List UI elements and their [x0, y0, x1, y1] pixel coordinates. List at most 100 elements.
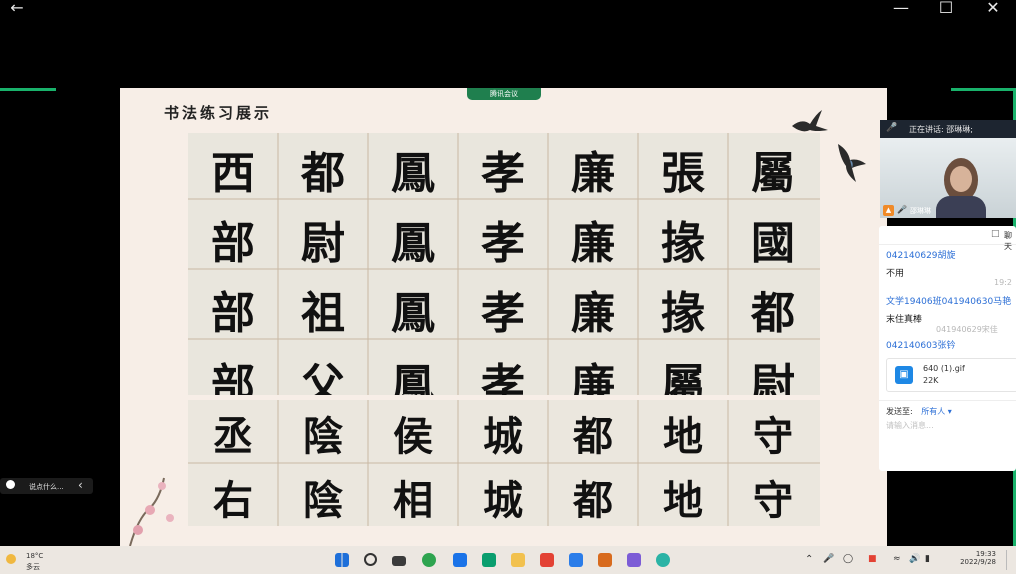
- send-to-row: 发送至: 所有人 ▾: [886, 406, 952, 417]
- calligraphy-char: 陰: [303, 477, 343, 524]
- document-app-icon[interactable]: [598, 553, 612, 567]
- calligraphy-char: 相: [393, 477, 433, 524]
- calligraphy-char: 張: [661, 148, 705, 199]
- chat-header: □ 聊天: [879, 226, 1016, 251]
- recipient-value: 所有人: [921, 407, 946, 416]
- calligraphy-char: 廉: [571, 148, 615, 199]
- app-tray-icon[interactable]: ■: [868, 554, 877, 564]
- clock-time: 19:33: [975, 550, 996, 558]
- calligraphy-char: 都: [751, 288, 795, 339]
- search-icon[interactable]: [364, 553, 377, 566]
- volume-icon[interactable]: 🔊: [909, 554, 920, 564]
- emoji-icon: [6, 480, 15, 489]
- chat-file-attachment[interactable]: ▣ 640 (1).gif 22K: [886, 358, 1016, 392]
- app-icon[interactable]: [482, 553, 496, 567]
- wifi-icon[interactable]: ≈: [893, 554, 901, 564]
- chat-message: 041940629宋佳: [886, 324, 1016, 338]
- calligraphy-char: 尉: [751, 360, 795, 395]
- browser-edge-icon[interactable]: [656, 553, 670, 567]
- minimize-icon: —: [893, 0, 909, 17]
- folder-icon[interactable]: [511, 553, 525, 567]
- image-file-icon: ▣: [895, 366, 913, 384]
- calligraphy-char: 都: [301, 148, 345, 199]
- calligraphy-char: 鳳: [391, 288, 435, 339]
- chat-sender[interactable]: 041940629宋佳: [886, 324, 1016, 335]
- close-button[interactable]: ✕: [985, 0, 1001, 16]
- calligraphy-char: 廉: [571, 218, 615, 269]
- calligraphy-char: 屬: [661, 360, 705, 395]
- chat-message: 文学19406班041940630马艳 末住真棒: [886, 294, 1016, 325]
- calligraphy-char: 屬: [751, 148, 795, 199]
- calligraphy-char: 部: [211, 360, 255, 395]
- maximize-button[interactable]: ☐: [938, 0, 954, 16]
- photos-icon[interactable]: [569, 553, 583, 567]
- chat-sender[interactable]: 042140629胡旋: [886, 248, 1016, 261]
- meeting-sharing-tag[interactable]: 腾讯会议: [467, 88, 541, 100]
- calligraphy-char: 孝: [481, 148, 525, 199]
- show-desktop-button[interactable]: [1006, 550, 1013, 570]
- windows-start-icon[interactable]: [335, 553, 349, 567]
- plum-blossom-decoration: [129, 477, 174, 546]
- close-icon: ✕: [986, 0, 1000, 17]
- calligraphy-char: 孝: [481, 360, 525, 395]
- paint-icon[interactable]: [627, 553, 641, 567]
- calligraphy-char: 守: [753, 477, 793, 524]
- speaker-label: 正在讲话: 邵琳琳;: [909, 125, 973, 134]
- calligraphy-char: 都: [573, 477, 613, 524]
- calligraphy-char: 陰: [303, 413, 343, 460]
- bird-icon: [838, 144, 866, 182]
- slide-title: 书法练习展示: [164, 104, 273, 122]
- calligraphy-char: 鳳: [391, 360, 435, 395]
- host-icon: ▲: [883, 205, 894, 216]
- calligraphy-char: 城: [483, 413, 523, 460]
- chat-input[interactable]: 请输入消息...: [886, 420, 1011, 460]
- calligraphy-char: 地: [663, 413, 703, 460]
- chevron-up-icon[interactable]: ⌃: [805, 554, 813, 565]
- calligraphy-char: 右: [213, 477, 253, 524]
- chat-sender[interactable]: 文学19406班041940630马艳: [886, 294, 1016, 307]
- maximize-icon: ☐: [938, 0, 954, 17]
- calligraphy-char: 祖: [301, 288, 345, 339]
- calligraphy-char: 都: [573, 413, 613, 460]
- arrow-left-icon: ←: [10, 0, 24, 17]
- wps-icon[interactable]: [540, 553, 554, 567]
- calligraphy-sheet-bottom: 丞 陰 侯 城 都 地 守 右 陰 相 城 都 地 守: [188, 400, 820, 526]
- chat-sender[interactable]: 042140603张钤: [886, 338, 1016, 351]
- task-view-icon[interactable]: [392, 556, 406, 566]
- weather-icon: [6, 554, 16, 564]
- calligraphy-char: 國: [751, 218, 795, 269]
- chat-input-placeholder: 请输入消息...: [886, 421, 934, 430]
- back-button[interactable]: ←: [8, 0, 26, 16]
- meeting-app-icon[interactable]: [453, 553, 467, 567]
- weather-temp: 18°C: [26, 552, 44, 560]
- chat-divider: [879, 400, 1016, 401]
- clock-date: 2022/9/28: [960, 558, 996, 566]
- security-tray-icon[interactable]: ◯: [843, 554, 853, 564]
- calligraphy-char: 丞: [213, 413, 253, 460]
- calligraphy-char: 侯: [393, 413, 433, 460]
- share-border-right: [951, 88, 1016, 91]
- file-name: 640 (1).gif: [923, 364, 965, 373]
- calligraphy-char: 孝: [481, 218, 525, 269]
- minimize-button[interactable]: —: [893, 0, 909, 16]
- taskbar: 18°C 多云 ⌃ 🎤 ◯ ■ ≈ 🔊 ▮ 19:33 2022/9/28: [0, 546, 1016, 574]
- caret-down-icon: ▾: [947, 407, 952, 416]
- calligraphy-char: 廉: [571, 288, 615, 339]
- chat-message: 042140603张钤: [886, 338, 1016, 358]
- microphone-tray-icon[interactable]: 🎤: [823, 554, 834, 564]
- comment-bar[interactable]: 说点什么... ‹: [0, 478, 93, 494]
- comment-placeholder: 说点什么...: [29, 483, 64, 491]
- recipient-dropdown[interactable]: 所有人 ▾: [921, 407, 952, 416]
- calligraphy-char: 城: [483, 477, 523, 524]
- share-border-left: [0, 88, 56, 91]
- calligraphy-char: 部: [211, 218, 255, 269]
- calligraphy-char: 部: [211, 288, 255, 339]
- calligraphy-char: 西: [211, 148, 255, 199]
- chevron-left-icon[interactable]: ‹: [78, 478, 83, 492]
- calligraphy-char: 鳳: [391, 148, 435, 199]
- browser-icon[interactable]: [422, 553, 436, 567]
- calligraphy-char: 地: [663, 477, 703, 524]
- battery-icon[interactable]: ▮: [925, 554, 930, 564]
- clock[interactable]: 19:33 2022/9/28: [946, 550, 996, 566]
- chat-icon: □: [991, 229, 1000, 239]
